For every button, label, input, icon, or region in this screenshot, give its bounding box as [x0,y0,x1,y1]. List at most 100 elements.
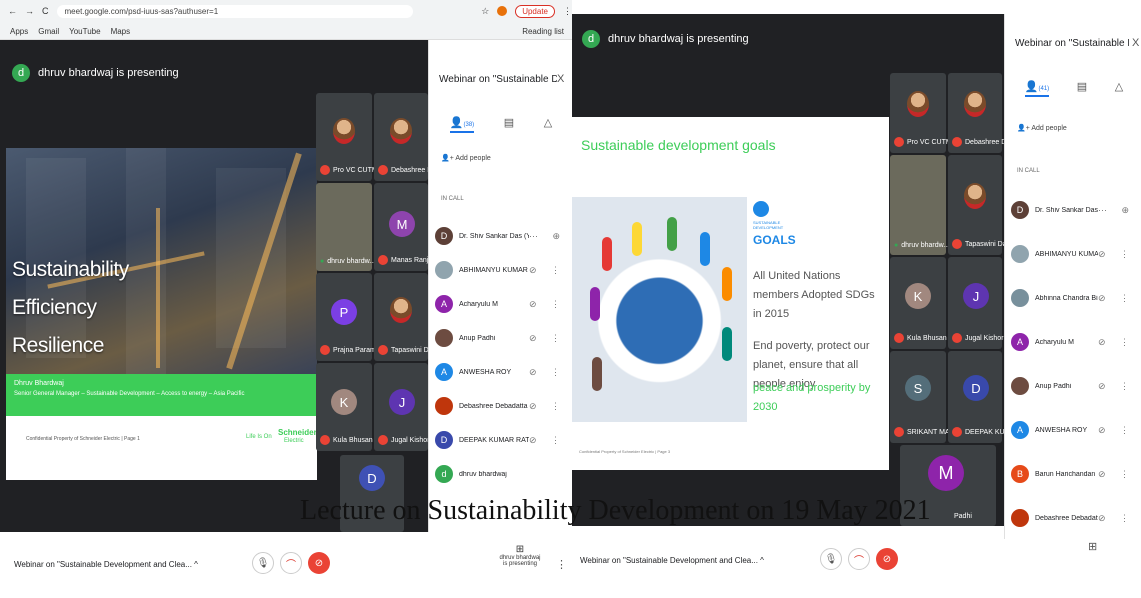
participant-name: Debashree Debadatta B... [459,402,529,410]
hangup-button[interactable]: ⌒ [848,548,870,570]
tab-activities[interactable]: △ [544,116,552,133]
camera-off-button[interactable]: ⊘ [308,552,330,574]
mic-off-icon[interactable]: ⊘ ⋮ [1098,469,1135,480]
participant-tile[interactable]: Pro VC CUTM [890,73,952,153]
mic-off-icon[interactable]: ⊘ ⋮ [1098,249,1135,260]
more-icon[interactable]: ⋯ ⊕ [529,231,566,242]
participant-tile[interactable]: K Kula Bhusan ... [890,257,954,349]
bookmark-youtube[interactable]: YouTube [69,27,100,36]
mic-off-icon[interactable]: ⊘ ⋮ [529,299,566,310]
address-bar[interactable]: meet.google.com/psd-iuus-sas?authuser=1 [56,4,414,18]
participant-tile[interactable]: K Kula Bhusan ... [316,363,380,451]
participant-tile[interactable]: M Manas Ranja... [374,183,438,271]
add-people-button[interactable]: 👤+ Add people [1017,124,1067,132]
more-options-icon[interactable]: ⋮ [556,558,567,571]
participant-name: Jugal Kishor [965,334,1004,342]
participant-name: DEEPAK KUMAR RATH [459,436,529,444]
participant-row[interactable]: ABHIMANYU KUMAR PA...⊘ ⋮ [1011,240,1135,268]
participant-tile[interactable]: Debashree D... [374,93,438,181]
mic-off-icon[interactable]: ⊘ ⋮ [1098,337,1135,348]
present-now-button[interactable]: ⊞ dhruv bhardwaj is presenting [498,544,542,567]
participant-row[interactable]: D Dr. Shiv Sankar Das (You)⋯ ⊕ [435,222,566,250]
add-people-button[interactable]: 👤+ Add people [441,154,491,162]
participant-name: Barun Harichandan [1035,470,1096,478]
update-button[interactable]: Update [515,4,555,18]
participant-row[interactable]: A Acharyulu M ⊘ ⋮ [435,290,566,318]
participant-avatar: D [359,465,385,491]
mic-off-icon[interactable]: ⊘ ⋮ [529,367,566,378]
image-caption: Lecture on Sustainability Development on… [300,495,931,526]
bookmark-maps[interactable]: Maps [111,27,131,36]
meeting-title[interactable]: Webinar on "Sustainable Development and … [14,560,198,569]
participant-tile[interactable]: ● dhruv bhardw... [316,183,375,271]
mic-off-icon[interactable]: ⊘ ⋮ [1098,513,1135,524]
participant-name: ANWESHA ROY [459,368,512,376]
reload-icon[interactable]: C [42,6,49,16]
tab-chat[interactable]: ▤ [1077,80,1087,97]
participant-row[interactable]: D DEEPAK KUMAR RATH ⊘ ⋮ [435,426,566,454]
mic-off-icon[interactable]: ⊘ ⋮ [1098,425,1135,436]
meeting-title[interactable]: Webinar on "Sustainable Development and … [580,556,764,565]
participant-tile[interactable]: Pro VC CUTM [316,93,378,181]
mic-off-icon[interactable]: ⊘ ⋮ [1098,381,1135,392]
mic-off-icon [320,435,330,445]
reading-list[interactable]: Reading list [522,27,564,36]
participant-avatar: D [435,227,453,245]
participant-name: Anup Padhi [459,334,496,342]
participant-row[interactable]: d dhruv bhardwaj [435,460,566,488]
participant-name: dhruv bhardwaj [459,470,507,478]
participant-tile[interactable]: ● dhruv bhardw... [890,155,949,255]
participant-tile[interactable]: Tapaswini Da... [948,155,1012,255]
mic-off-icon[interactable]: ⊘ ⋮ [1098,293,1135,304]
camera-off-button[interactable]: ⊘ [876,548,898,570]
back-icon[interactable]: ← [8,6,17,16]
participant-tile[interactable]: S SRIKANT MA... [890,351,956,443]
mic-off-icon [378,435,388,445]
slide-heading-line1: Sustainability [12,258,129,281]
present-now-icon[interactable]: ⊞ [1088,540,1097,553]
mic-off-icon[interactable]: ⊘ ⋮ [529,401,566,412]
participant-tile[interactable]: Tapaswini Da... [374,273,438,361]
meet-toolbar-right: Webinar on "Sustainable Development and … [572,528,1004,598]
profile-avatar[interactable] [497,6,508,16]
star-icon[interactable]: ☆ [481,6,489,17]
close-icon[interactable]: X [1132,37,1139,49]
mic-button[interactable]: 🎙 [252,552,274,574]
tab-people[interactable]: 👤(38) [449,116,475,133]
mic-off-icon [378,345,388,355]
participant-row[interactable]: ABHIMANYU KUMAR PA...⊘ ⋮ [435,256,566,284]
participant-avatar: K [905,283,931,309]
bookmark-apps[interactable]: Apps [10,27,28,36]
participant-row[interactable]: Debashree Debadatta B...⊘ ⋮ [435,392,566,420]
participant-row[interactable]: A ANWESHA ROY ⊘ ⋮ [1011,416,1135,444]
participant-row[interactable]: Abhinna Chandra Biswal⊘ ⋮ [1011,284,1135,312]
participant-row[interactable]: Anup Padhi ⊘ ⋮ [1011,372,1135,400]
forward-icon[interactable]: → [25,6,34,16]
participant-row[interactable]: A ANWESHA ROY ⊘ ⋮ [435,358,566,386]
mic-off-icon[interactable]: ⊘ ⋮ [529,265,566,276]
participant-tile[interactable]: P Prajna Param... [316,273,382,361]
tab-people[interactable]: 👤(41) [1024,80,1050,97]
participant-row[interactable]: Anup Padhi ⊘ ⋮ [435,324,566,352]
hangup-button[interactable]: ⌒ [280,552,302,574]
in-call-label: IN CALL [441,196,464,202]
mic-off-icon[interactable]: ⊘ ⋮ [529,435,566,446]
participant-name: Debashree Debadatta B... [1035,514,1098,522]
tab-chat[interactable]: ▤ [504,116,514,133]
participant-tile[interactable]: J Jugal Kishor [374,363,430,451]
more-icon[interactable]: ⋮ [563,6,572,17]
participant-row[interactable]: D Dr. Shiv Sankar Das (You)⋯ ⊕ [1011,196,1135,224]
participant-tile[interactable]: J Jugal Kishor [948,257,1004,349]
participant-tile[interactable]: Debashree D... [948,73,1012,153]
close-icon[interactable]: X [557,73,564,85]
participant-row[interactable]: B Barun Harichandan ⊘ ⋮ [1011,460,1135,488]
life-is-on-tag: Life Is On [246,434,272,440]
participant-row[interactable]: A Acharyulu M ⊘ ⋮ [1011,328,1135,356]
tab-activities[interactable]: △ [1115,80,1123,97]
meet-toolbar-left: Webinar on "Sustainable Development and … [0,532,572,598]
bookmark-gmail[interactable]: Gmail [38,27,59,36]
more-icon[interactable]: ⋯ ⊕ [1098,205,1135,216]
participant-tile[interactable]: D DEEPAK KUM... [948,351,1016,443]
mic-off-icon[interactable]: ⊘ ⋮ [529,333,566,344]
mic-button[interactable]: 🎙 [820,548,842,570]
